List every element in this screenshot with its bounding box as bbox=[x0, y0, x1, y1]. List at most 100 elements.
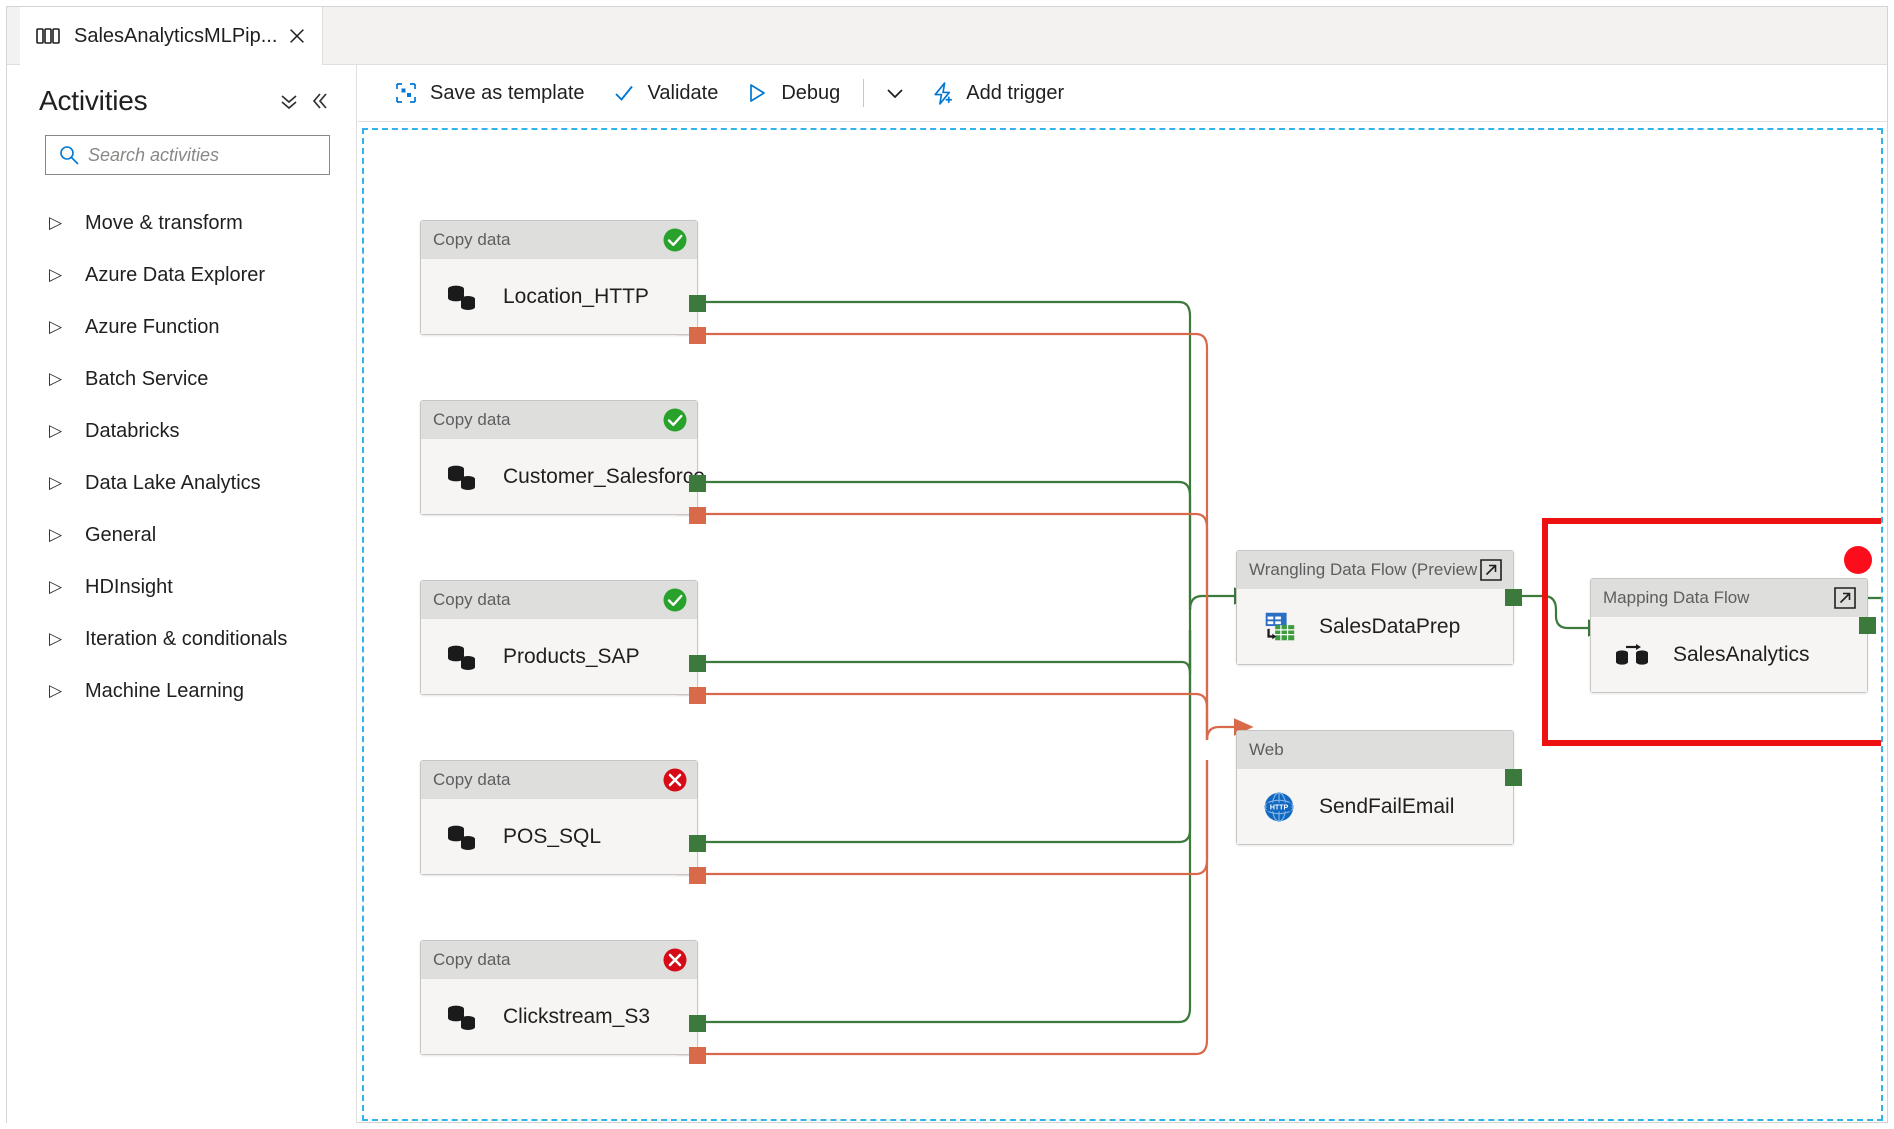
collapse-panel-button[interactable] bbox=[304, 86, 334, 116]
app-root: SalesAnalyticsMLPip... Activities bbox=[0, 0, 1894, 1129]
chevron-right-icon: ▷ bbox=[49, 629, 71, 649]
sidebar-item-general[interactable]: ▷ General bbox=[7, 509, 356, 561]
node-header: Copy data bbox=[421, 941, 697, 979]
copy-data-icon bbox=[443, 277, 483, 317]
node-name-label: Location_HTTP bbox=[503, 285, 649, 309]
check-circle-icon bbox=[662, 227, 688, 253]
success-output-port[interactable] bbox=[1505, 589, 1522, 606]
sidebar-item-iteration-conditionals[interactable]: ▷ Iteration & conditionals bbox=[7, 613, 356, 665]
copy-data-icon bbox=[443, 637, 483, 677]
debug-options-dropdown[interactable] bbox=[874, 71, 916, 115]
page-title: Activities bbox=[39, 85, 274, 117]
failure-output-port[interactable] bbox=[689, 507, 706, 524]
activities-sidebar: Activities bbox=[7, 65, 357, 1123]
lightning-bolt-icon bbox=[929, 80, 955, 106]
success-output-port[interactable] bbox=[1859, 617, 1876, 634]
pipeline-node-clickstream-s3[interactable]: Copy data bbox=[420, 940, 698, 1055]
collapse-all-button[interactable] bbox=[274, 86, 304, 116]
chevron-right-icon: ▷ bbox=[49, 317, 71, 337]
sidebar-item-machine-learning[interactable]: ▷ Machine Learning bbox=[7, 665, 356, 717]
check-circle-icon bbox=[662, 587, 688, 613]
node-type-label: Copy data bbox=[433, 230, 662, 250]
pipeline-node-sendfailemail[interactable]: Web HTTP SendFailEmail bbox=[1236, 730, 1514, 845]
failure-output-port[interactable] bbox=[689, 327, 706, 344]
sidebar-item-databricks[interactable]: ▷ Databricks bbox=[7, 405, 356, 457]
node-body: HTTP SendFailEmail bbox=[1237, 769, 1513, 844]
node-type-label: Web bbox=[1249, 740, 1504, 760]
pipeline-node-customer-salesforce[interactable]: Copy data bbox=[420, 400, 698, 515]
open-new-window-icon[interactable] bbox=[1832, 585, 1858, 611]
save-as-template-label: Save as template bbox=[430, 82, 585, 105]
sidebar-item-label: Azure Data Explorer bbox=[85, 264, 265, 287]
sidebar-item-batch-service[interactable]: ▷ Batch Service bbox=[7, 353, 356, 405]
sidebar-item-label: HDInsight bbox=[85, 576, 173, 599]
close-icon[interactable] bbox=[286, 25, 308, 47]
pipeline-canvas[interactable]: Copy data bbox=[362, 128, 1883, 1121]
success-output-port[interactable] bbox=[689, 655, 706, 672]
toolbar-divider bbox=[863, 79, 864, 107]
sidebar-item-azure-data-explorer[interactable]: ▷ Azure Data Explorer bbox=[7, 249, 356, 301]
failure-output-port[interactable] bbox=[689, 867, 706, 884]
node-type-label: Copy data bbox=[433, 410, 662, 430]
node-header: Copy data bbox=[421, 581, 697, 619]
debug-button[interactable]: Debug bbox=[731, 71, 853, 115]
sidebar-item-move-transform[interactable]: ▷ Move & transform bbox=[7, 197, 356, 249]
pipeline-node-location-http[interactable]: Copy data bbox=[420, 220, 698, 335]
play-triangle-icon bbox=[744, 80, 770, 106]
chevron-right-icon: ▷ bbox=[49, 681, 71, 701]
node-body: Location_HTTP bbox=[421, 259, 697, 334]
check-circle-icon bbox=[662, 407, 688, 433]
success-output-port[interactable] bbox=[689, 1015, 706, 1032]
failure-output-port[interactable] bbox=[689, 1047, 706, 1064]
error-circle-icon bbox=[662, 947, 688, 973]
validate-button[interactable]: Validate bbox=[598, 71, 732, 115]
pipeline-tab[interactable]: SalesAnalyticsMLPip... bbox=[20, 7, 323, 65]
node-header: Copy data bbox=[421, 761, 697, 799]
failure-output-port[interactable] bbox=[689, 687, 706, 704]
search-input[interactable] bbox=[88, 145, 322, 166]
sidebar-item-data-lake-analytics[interactable]: ▷ Data Lake Analytics bbox=[7, 457, 356, 509]
http-web-icon: HTTP bbox=[1259, 787, 1299, 827]
pipeline-node-salesdataprep[interactable]: Wrangling Data Flow (Preview bbox=[1236, 550, 1514, 665]
search-icon bbox=[58, 144, 80, 166]
success-output-port[interactable] bbox=[689, 835, 706, 852]
sidebar-header: Activities bbox=[7, 65, 356, 117]
wrangling-data-flow-icon bbox=[1259, 607, 1299, 647]
copy-data-icon bbox=[443, 457, 483, 497]
add-trigger-button[interactable]: Add trigger bbox=[916, 71, 1077, 115]
node-name-label: POS_SQL bbox=[503, 825, 601, 849]
copy-data-icon bbox=[443, 817, 483, 857]
canvas-inner: Copy data bbox=[364, 130, 1881, 1119]
node-type-label: Copy data bbox=[433, 590, 662, 610]
success-output-port[interactable] bbox=[1505, 769, 1522, 786]
node-type-label: Mapping Data Flow bbox=[1603, 588, 1832, 608]
add-trigger-label: Add trigger bbox=[966, 82, 1064, 105]
success-output-port[interactable] bbox=[689, 475, 706, 492]
pipeline-node-products-sap[interactable]: Copy data bbox=[420, 580, 698, 695]
activity-category-list: ▷ Move & transform ▷ Azure Data Explorer… bbox=[7, 197, 356, 717]
pipeline-node-pos-sql[interactable]: Copy data bbox=[420, 760, 698, 875]
chevron-right-icon: ▷ bbox=[49, 473, 71, 493]
checkmark-icon bbox=[611, 80, 637, 106]
save-as-template-button[interactable]: Save as template bbox=[380, 71, 598, 115]
sidebar-item-azure-function[interactable]: ▷ Azure Function bbox=[7, 301, 356, 353]
node-name-label: Clickstream_S3 bbox=[503, 1005, 650, 1029]
mapping-data-flow-icon bbox=[1613, 635, 1653, 675]
chevron-right-icon: ▷ bbox=[49, 577, 71, 597]
success-output-port[interactable] bbox=[689, 295, 706, 312]
error-circle-icon bbox=[662, 767, 688, 793]
node-type-label: Wrangling Data Flow (Preview bbox=[1249, 560, 1478, 580]
sidebar-item-label: Data Lake Analytics bbox=[85, 472, 261, 495]
search-box[interactable] bbox=[45, 135, 330, 175]
node-name-label: Products_SAP bbox=[503, 645, 640, 669]
node-type-label: Copy data bbox=[433, 770, 662, 790]
node-header: Mapping Data Flow bbox=[1591, 579, 1867, 617]
pipeline-node-salesanalytics[interactable]: Mapping Data Flow bbox=[1590, 578, 1868, 693]
node-header: Copy data bbox=[421, 221, 697, 259]
chevron-right-icon: ▷ bbox=[49, 369, 71, 389]
sidebar-item-label: Databricks bbox=[85, 420, 179, 443]
sidebar-item-label: General bbox=[85, 524, 156, 547]
copy-data-icon bbox=[443, 997, 483, 1037]
sidebar-item-hdinsight[interactable]: ▷ HDInsight bbox=[7, 561, 356, 613]
open-new-window-icon[interactable] bbox=[1478, 557, 1504, 583]
